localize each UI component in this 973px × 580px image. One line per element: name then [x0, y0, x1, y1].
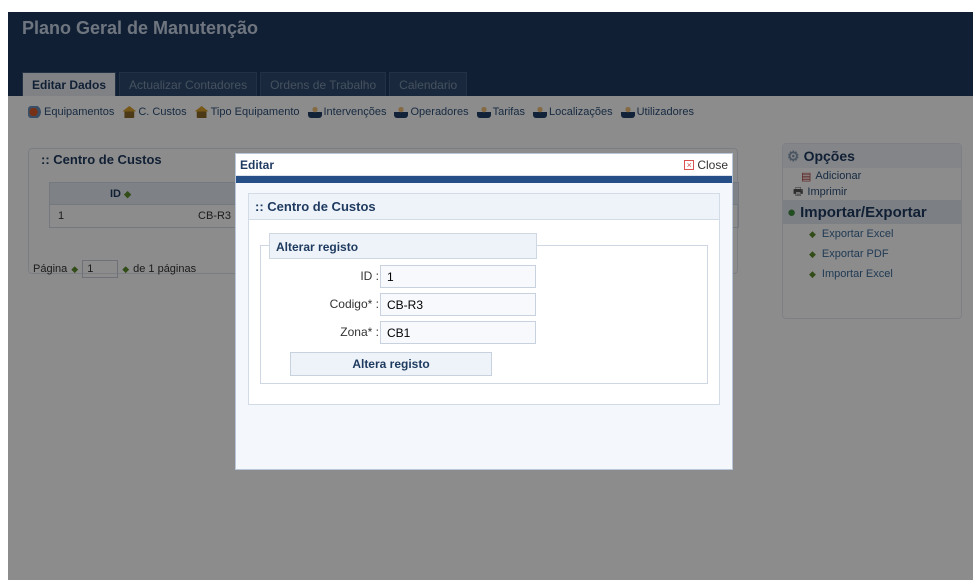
form-box: :: Centro de Custos Alterar registo ID :…: [248, 193, 720, 405]
id-field[interactable]: 1: [380, 265, 536, 288]
dialog-accent-bar: [236, 176, 732, 183]
edit-dialog: Editar × Close :: Centro de Custos Altera…: [235, 153, 733, 470]
dialog-title: Editar: [240, 157, 275, 172]
codigo-label: Codigo* :: [329, 297, 379, 311]
zona-label: Zona* :: [340, 325, 379, 339]
form-title: :: Centro de Custos: [249, 194, 719, 220]
page: Plano Geral de Manutenção Editar Dados A…: [8, 12, 973, 580]
zona-field[interactable]: CB1: [380, 321, 536, 344]
field-row-codigo: Codigo* : CB-R3: [261, 293, 709, 317]
close-button[interactable]: × Close: [684, 158, 728, 172]
close-icon: ×: [684, 159, 695, 170]
save-button[interactable]: Altera registo: [290, 352, 492, 376]
fieldset-legend: Alterar registo: [269, 233, 537, 259]
codigo-field[interactable]: CB-R3: [380, 293, 536, 316]
dialog-titlebar: Editar × Close: [236, 154, 732, 176]
id-label: ID :: [360, 269, 379, 283]
field-row-zona: Zona* : CB1: [261, 321, 709, 345]
edit-fieldset: Alterar registo ID : 1 Codigo* : CB-R3 Z…: [260, 233, 709, 384]
field-row-id: ID : 1: [261, 265, 709, 289]
